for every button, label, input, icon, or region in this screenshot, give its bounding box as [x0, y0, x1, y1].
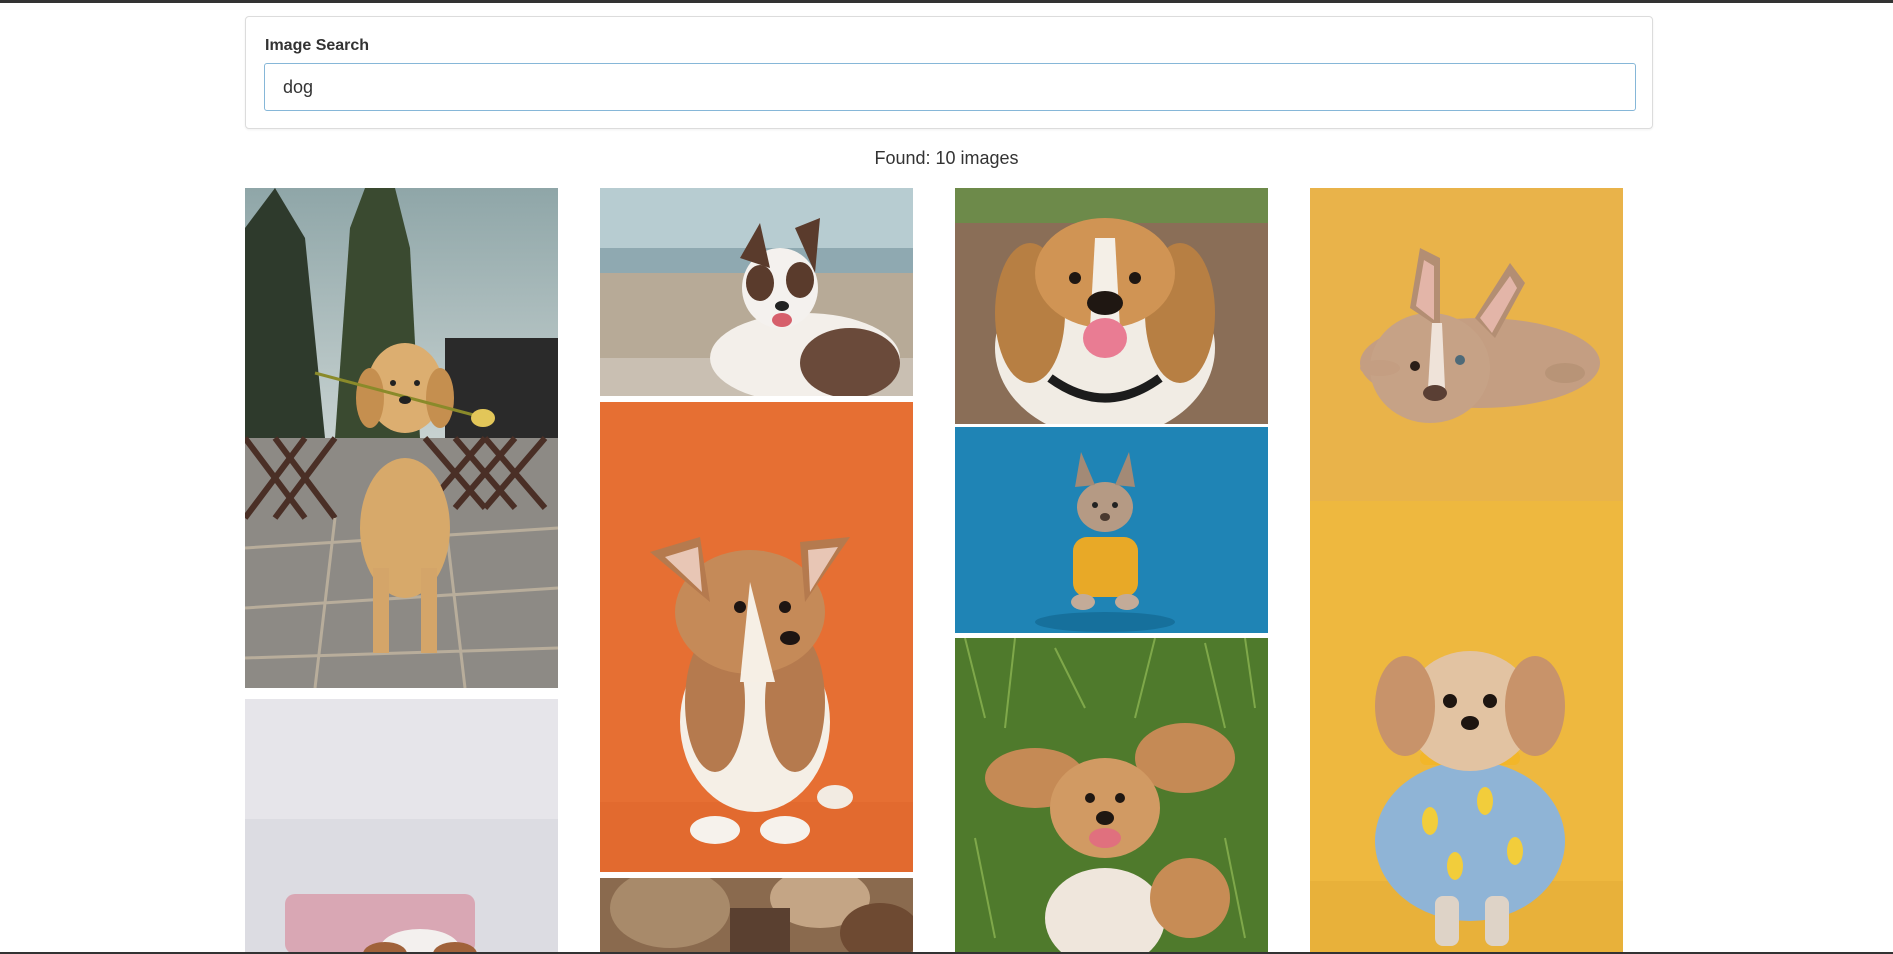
image-smiling-beagle[interactable]	[955, 188, 1268, 424]
image-frenchie-yellow-shirt[interactable]	[955, 427, 1268, 633]
top-border	[0, 0, 1893, 3]
image-column-2	[600, 188, 913, 954]
results-count: Found: 10 images	[874, 148, 1019, 168]
search-panel: Image Search	[245, 16, 1653, 129]
image-column-4	[1310, 188, 1623, 954]
image-column-1	[245, 188, 558, 954]
image-small-dog-blue-outfit[interactable]	[1310, 501, 1623, 954]
image-golden-retriever-with-flower[interactable]	[245, 188, 558, 688]
image-corgi-puppy-orange[interactable]	[600, 402, 913, 872]
image-puppy-pink-pillow[interactable]	[245, 699, 558, 954]
search-label: Image Search	[265, 37, 370, 54]
search-input[interactable]	[264, 63, 1636, 111]
image-column-3	[955, 188, 1268, 954]
image-frenchie-lying-yellow[interactable]	[1310, 188, 1623, 501]
image-dog-in-grass[interactable]	[955, 638, 1268, 954]
image-grid	[245, 188, 1625, 954]
image-dog-autumn-street[interactable]	[600, 878, 913, 954]
image-australian-shepherd[interactable]	[600, 188, 913, 396]
